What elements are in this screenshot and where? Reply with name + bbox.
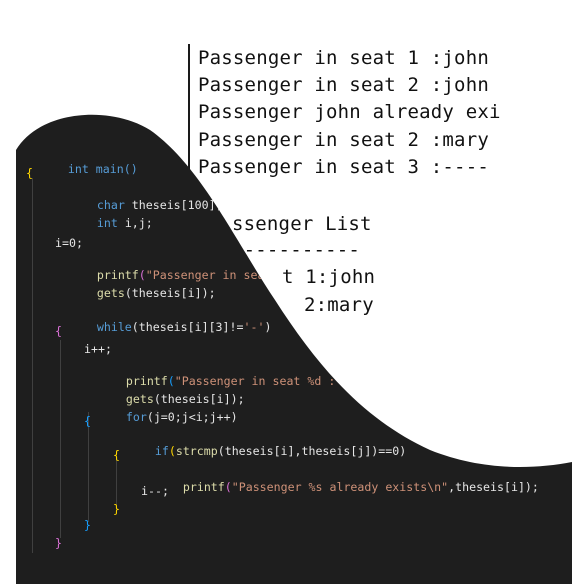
console-line: t 1:john bbox=[282, 266, 376, 288]
console-left-border bbox=[188, 44, 190, 184]
console-line: Passenger in seat 1 :john bbox=[198, 47, 489, 69]
console-line: ssenger List bbox=[232, 213, 372, 235]
console-output-panel: Passenger in seat 1 :john Passenger in s… bbox=[0, 0, 584, 584]
console-line: Passenger john already exi bbox=[198, 101, 501, 123]
console-line: ----------- bbox=[232, 239, 361, 261]
console-line: Passenger in seat 2 :john bbox=[198, 74, 489, 96]
console-line: 2:mary bbox=[304, 294, 374, 316]
console-line: Passenger in seat 3 :---- bbox=[198, 156, 489, 178]
console-line: Passenger in seat 2 :mary bbox=[198, 129, 489, 151]
